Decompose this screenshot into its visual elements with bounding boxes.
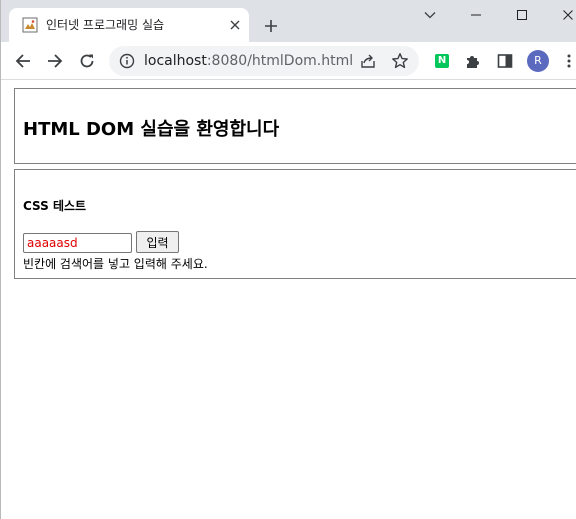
reload-icon[interactable] <box>75 49 99 73</box>
url-path: :8080/htmlDom.html <box>206 53 354 69</box>
submit-button[interactable]: 입력 <box>136 231 179 253</box>
hint-text: 빈칸에 검색어를 넣고 입력해 주세요. <box>23 257 208 271</box>
url-host: localhost <box>144 53 207 69</box>
header-box: HTML DOM 실습을 환영합니다 <box>14 88 576 164</box>
puzzle-icon[interactable] <box>465 53 481 69</box>
forward-icon[interactable] <box>43 49 67 73</box>
url-text[interactable]: localhost:8080/htmlDom.html <box>144 53 353 69</box>
star-icon[interactable] <box>391 52 409 70</box>
window-close-icon[interactable] <box>545 0 576 30</box>
info-icon[interactable] <box>119 53 135 69</box>
close-icon[interactable] <box>228 18 242 32</box>
chevron-down-icon[interactable] <box>407 0 453 30</box>
favicon-icon <box>22 17 38 33</box>
search-input[interactable] <box>23 233 132 253</box>
avatar[interactable]: R <box>527 50 549 72</box>
minimize-icon[interactable] <box>453 0 499 30</box>
tab-title: 인터넷 프로그래밍 실습 <box>46 18 165 32</box>
extension-n-icon[interactable]: N <box>435 54 449 68</box>
back-icon[interactable] <box>11 49 35 73</box>
section-title: CSS 테스트 <box>23 199 87 213</box>
side-panel-icon[interactable] <box>497 53 513 69</box>
page-title: HTML DOM 실습을 환영합니다 <box>23 119 280 140</box>
form-box: CSS 테스트 입력 빈칸에 검색어를 넣고 입력해 주세요. <box>14 169 576 279</box>
share-icon[interactable] <box>359 52 377 70</box>
tab-active[interactable]: 인터넷 프로그래밍 실습 <box>9 8 249 42</box>
browser-toolbar: localhost:8080/htmlDom.html N R <box>1 42 576 80</box>
address-bar[interactable]: localhost:8080/htmlDom.html <box>109 46 419 76</box>
maximize-icon[interactable] <box>499 0 545 30</box>
tab-strip: 인터넷 프로그래밍 실습 <box>1 0 576 42</box>
page-content: HTML DOM 실습을 환영합니다 CSS 테스트 입력 빈칸에 검색어를 넣… <box>1 81 576 519</box>
browser-window: 인터넷 프로그래밍 실습 localhost:8080/htmlDom.html… <box>0 0 576 519</box>
kebab-menu-icon[interactable] <box>561 53 576 69</box>
plus-icon[interactable] <box>259 14 283 38</box>
